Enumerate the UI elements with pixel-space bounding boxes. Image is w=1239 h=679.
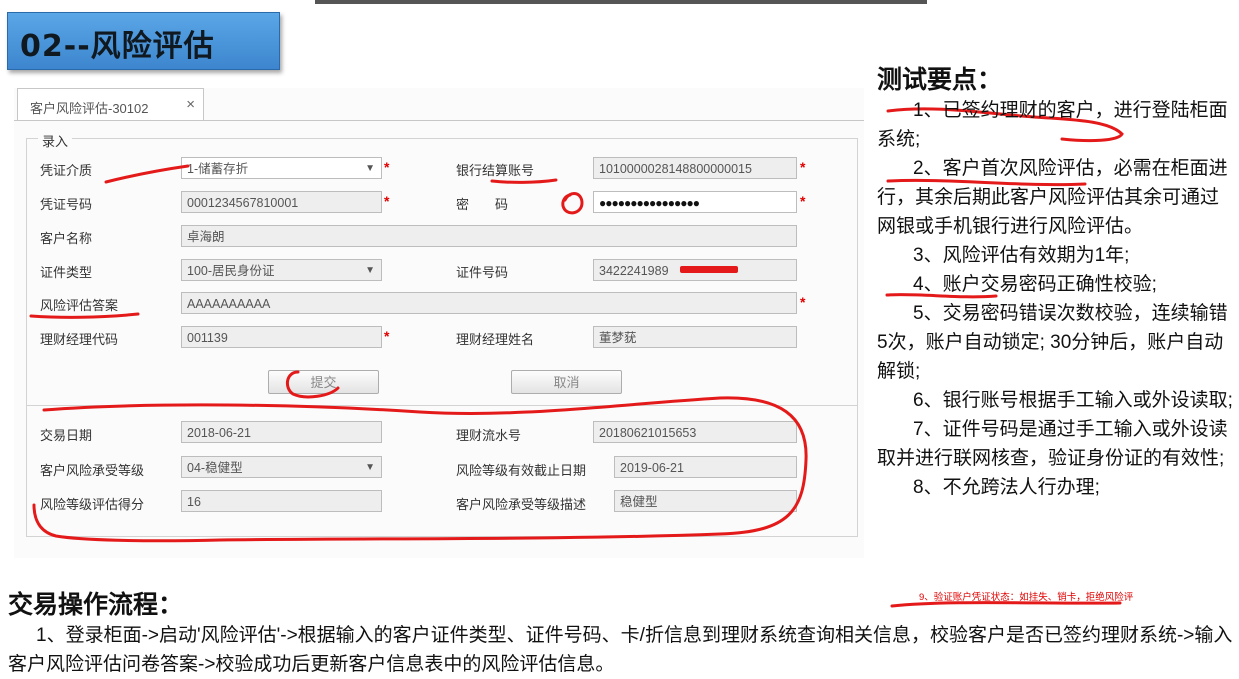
notes-title: 测试要点： (877, 65, 1003, 94)
circle-submit (285, 370, 340, 399)
notes-body: 1、已签约理财的客户，进行登陆柜面系统; 2、客户首次风险评估，必需在柜面进行，… (877, 96, 1235, 502)
note-item: 8、不允跨法人行办理; (913, 477, 1100, 498)
note-item: 2、客户首次风险评估，必需在柜面进行，其余后期此客户风险评估其余可通过网银或手机… (877, 158, 1228, 237)
flow-title: 交易操作流程： (8, 590, 184, 619)
circle-password (561, 192, 584, 215)
underline-note-9 (890, 601, 1122, 608)
note-item: 5、交易密码错误次数校验，连续输错5次，账户自动锁定; 30分钟后，账户自动解锁… (877, 303, 1228, 382)
loop-result-area (32, 396, 808, 543)
flow-text: 1、登录柜面->启动'风险评估'->根据输入的客户证件类型、证件号码、卡/折信息… (8, 625, 1233, 675)
underline-risk-answer (29, 312, 140, 319)
note-item: 3、风险评估有效期为1年; (913, 245, 1130, 266)
underline-voucher-medium (104, 164, 190, 184)
underline-bank-account (490, 178, 558, 184)
note-item: 6、银行账号根据手工输入或外设读取; (913, 390, 1233, 411)
note-item: 4、账户交易密码正确性校验; (913, 274, 1157, 295)
note-item: 7、证件号码是通过手工输入或外设读取并进行联网核查，验证身份证的有效性; (877, 419, 1228, 469)
note-item-9: 9、验证账户凭证状态：如挂失、销卡，拒绝风险评 (919, 592, 1134, 603)
note-item: 1、已签约理财的客户，进行登陆柜面系统; (877, 100, 1228, 150)
